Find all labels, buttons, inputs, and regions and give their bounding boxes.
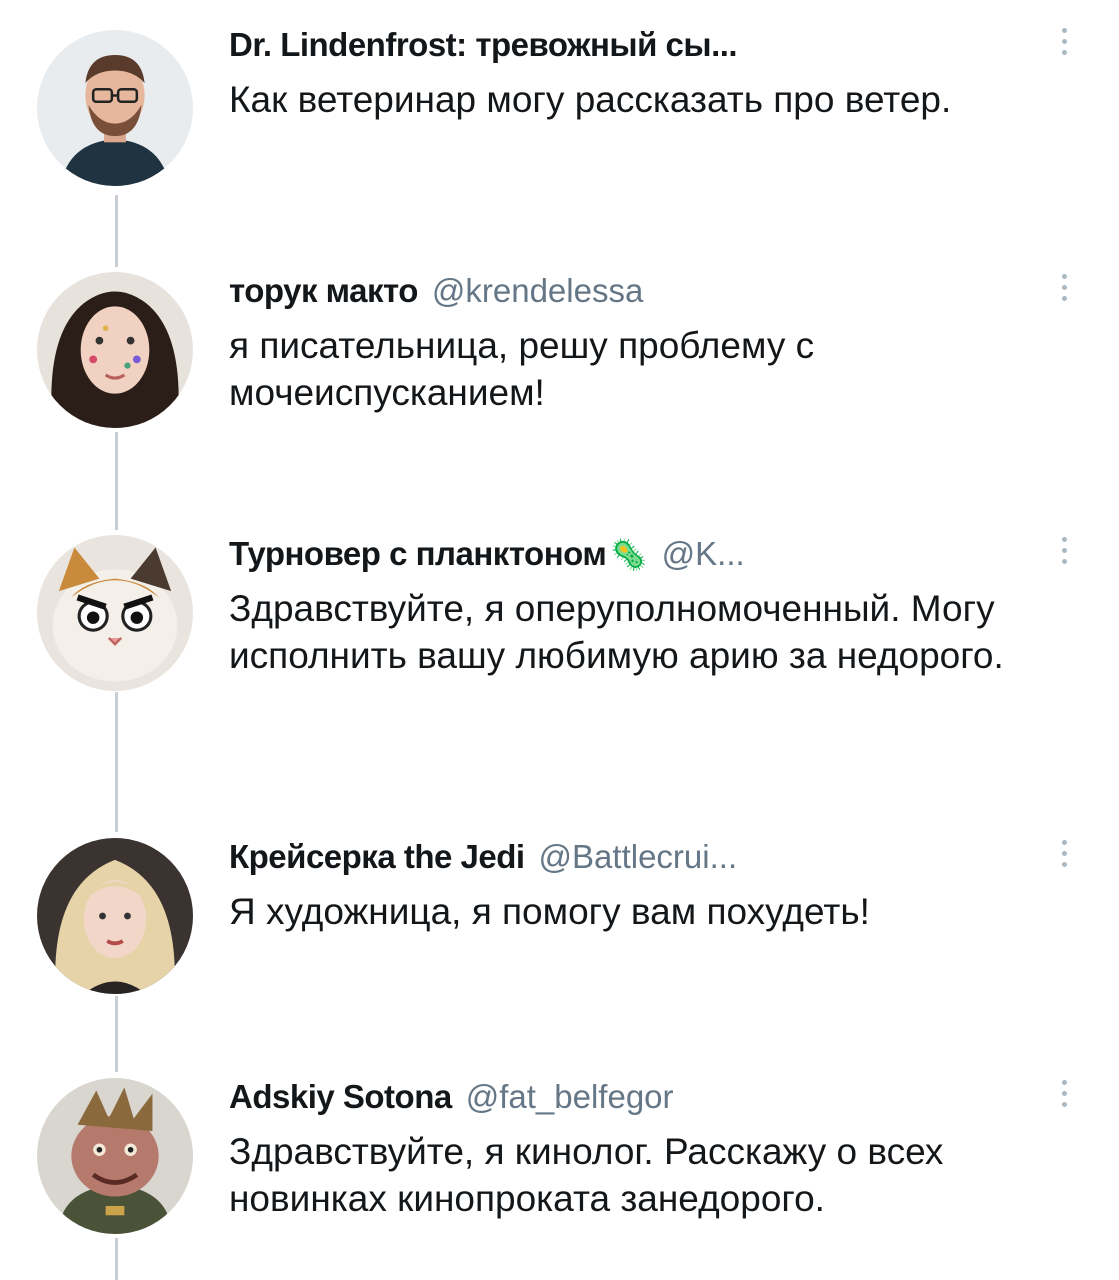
more-options-icon[interactable] bbox=[1057, 28, 1071, 55]
display-name[interactable]: Турновер с планктоном bbox=[229, 535, 607, 573]
user-handle[interactable]: @fat_belfegor bbox=[466, 1078, 674, 1116]
display-name[interactable]: Крейсерка the Jedi bbox=[229, 838, 525, 876]
more-options-icon[interactable] bbox=[1057, 274, 1071, 301]
thread-line bbox=[115, 1238, 118, 1280]
display-name[interactable]: Adskiy Sotona bbox=[229, 1078, 452, 1116]
display-name[interactable]: торук макто bbox=[229, 272, 418, 310]
reply-header: торук макто @krendelessa bbox=[229, 272, 1039, 312]
reply-header: Крейсерка the Jedi @Battlecrui... bbox=[229, 838, 1039, 878]
reply-text: я писательница, решу проблему с мочеиспу… bbox=[229, 325, 815, 413]
avatar[interactable] bbox=[37, 30, 193, 186]
avatar[interactable] bbox=[37, 272, 193, 428]
more-options-icon[interactable] bbox=[1057, 537, 1071, 564]
thread-line bbox=[115, 432, 118, 530]
user-handle[interactable]: @K... bbox=[662, 535, 745, 573]
reply-text: Как ветеринар могу рассказать про ветер. bbox=[229, 79, 952, 120]
more-options-icon[interactable] bbox=[1057, 840, 1071, 867]
reply-header: Dr. Lindenfrost: тревожный сы... bbox=[229, 26, 1039, 66]
more-options-icon[interactable] bbox=[1057, 1080, 1071, 1107]
reply-header: Турновер с планктоном 🦠 @K... bbox=[229, 535, 1039, 575]
avatar[interactable] bbox=[37, 1078, 193, 1234]
reply-header: Adskiy Sotona @fat_belfegor bbox=[229, 1078, 1039, 1118]
reply-text: Здравствуйте, я оперуполномоченный. Могу… bbox=[229, 588, 1004, 676]
display-name[interactable]: Dr. Lindenfrost: тревожный сы... bbox=[229, 26, 738, 64]
avatar[interactable] bbox=[37, 838, 193, 994]
user-handle[interactable]: @Battlecrui... bbox=[539, 838, 738, 876]
user-handle[interactable]: @krendelessa bbox=[432, 272, 643, 310]
avatar[interactable] bbox=[37, 535, 193, 691]
thread-line bbox=[115, 195, 118, 267]
reply-text: Я художница, я помогу вам похудеть! bbox=[229, 891, 870, 932]
thread-line bbox=[115, 996, 118, 1072]
microbe-emoji: 🦠 bbox=[610, 539, 648, 572]
reply-text: Здравствуйте, я кинолог. Расскажу о всех… bbox=[229, 1131, 944, 1219]
thread-line bbox=[115, 692, 118, 832]
